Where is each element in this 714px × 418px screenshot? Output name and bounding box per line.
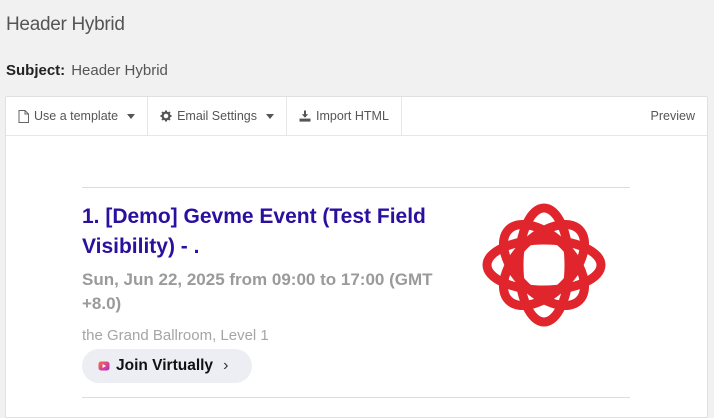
preview-label: Preview	[650, 109, 695, 123]
import-html-button[interactable]: Import HTML	[287, 97, 402, 135]
email-settings-label: Email Settings	[177, 109, 257, 123]
chevron-down-icon	[127, 113, 136, 119]
subject-label: Subject:	[6, 62, 66, 79]
video-icon	[98, 360, 110, 372]
preview-button[interactable]: Preview	[639, 97, 707, 135]
divider	[82, 397, 630, 398]
import-html-label: Import HTML	[315, 109, 389, 123]
download-icon	[299, 110, 311, 122]
document-icon	[17, 109, 29, 123]
event-date: Sun, Jun 22, 2025 from 09:00 to 17:00 (G…	[82, 270, 433, 313]
chevron-right-icon: ›	[223, 357, 229, 374]
use-template-label: Use a template	[34, 109, 119, 123]
subject-value[interactable]: Header Hybrid	[71, 62, 168, 79]
event-header-card[interactable]: 1. [Demo] Gevme Event (Test Field Visibi…	[82, 188, 630, 398]
subject-row: Subject: Header Hybrid	[6, 62, 168, 79]
email-body: 1. [Demo] Gevme Event (Test Field Visibi…	[82, 187, 630, 398]
event-venue: the Grand Ballroom, Level 1	[82, 327, 269, 344]
event-title: 1. [Demo] Gevme Event (Test Field Visibi…	[82, 205, 426, 258]
editor-toolbar: Use a template Email Settings Import HTM…	[6, 97, 707, 136]
join-virtually-button[interactable]: Join Virtually ›	[82, 349, 252, 383]
page-title: Header Hybrid	[6, 14, 125, 35]
email-editor: Use a template Email Settings Import HTM…	[5, 96, 708, 418]
use-template-button[interactable]: Use a template	[6, 97, 149, 135]
join-virtually-label: Join Virtually	[116, 357, 214, 374]
gear-icon	[160, 110, 172, 122]
email-settings-button[interactable]: Email Settings	[148, 97, 287, 135]
interlocking-rings-logo	[465, 198, 623, 333]
chevron-down-icon	[265, 113, 274, 119]
